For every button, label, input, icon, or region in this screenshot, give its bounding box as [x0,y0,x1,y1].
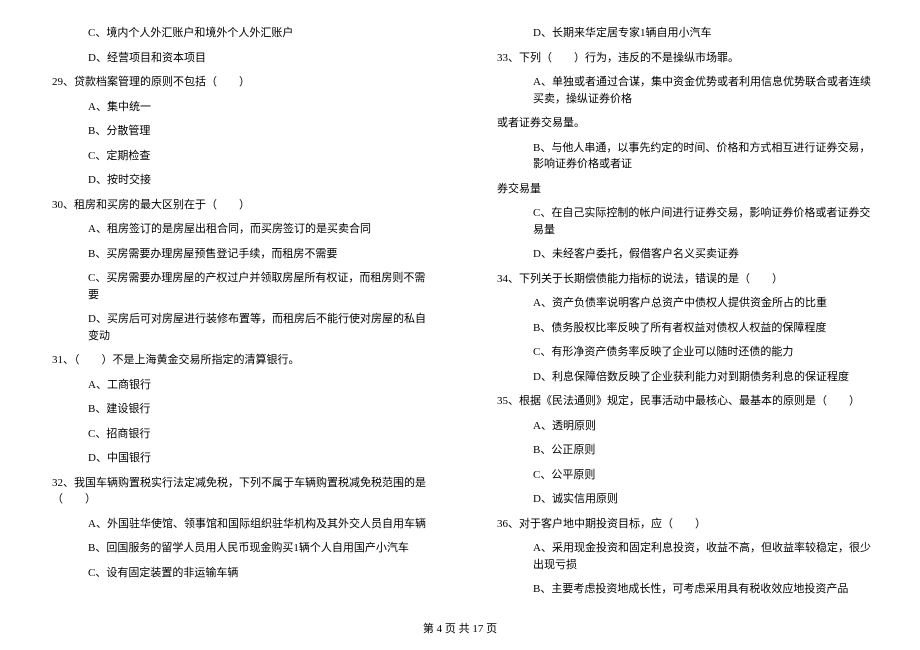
option-line: A、资产负债率说明客户总资产中债权人提供资金所占的比重 [485,295,880,312]
option-line: D、按时交接 [40,172,435,189]
option-line: A、外国驻华使馆、领事馆和国际组织驻华机构及其外交人员自用车辆 [40,516,435,533]
option-line: C、有形净资产债务率反映了企业可以随时还债的能力 [485,344,880,361]
option-line: C、公平原则 [485,467,880,484]
option-line: B、主要考虑投资地成长性，可考虑采用具有税收效应地投资产品 [485,581,880,598]
question-line: 35、根据《民法通则》规定，民事活动中最核心、最基本的原则是（ ） [485,393,880,410]
option-line: C、定期检查 [40,148,435,165]
option-line: A、采用现金投资和固定利息投资，收益不高，但收益率较稳定，很少出现亏损 [485,540,880,573]
question-line: 32、我国车辆购置税实行法定减免税，下列不属于车辆购置税减免税范围的是（ ） [40,475,435,508]
option-line: C、招商银行 [40,426,435,443]
option-line: A、租房签订的是房屋出租合同，而买房签订的是买卖合同 [40,221,435,238]
option-line: D、利息保障倍数反映了企业获利能力对到期债务利息的保证程度 [485,369,880,386]
option-line: D、诚实信用原则 [485,491,880,508]
continuation-line: 或者证券交易量。 [485,115,880,132]
option-line: B、买房需要办理房屋预售登记手续，而租房不需要 [40,246,435,263]
option-line: B、债务股权比率反映了所有者权益对债权人权益的保障程度 [485,320,880,337]
option-line: D、未经客户委托，假借客户名义买卖证券 [485,246,880,263]
option-line: B、分散管理 [40,123,435,140]
option-line: A、工商银行 [40,377,435,394]
option-line: C、境内个人外汇账户和境外个人外汇账户 [40,25,435,42]
option-line: D、经营项目和资本项目 [40,50,435,67]
question-line: 36、对于客户地中期投资目标，应（ ） [485,516,880,533]
continuation-line: 券交易量 [485,181,880,198]
option-line: A、集中统一 [40,99,435,116]
question-line: 30、租房和买房的最大区别在于（ ） [40,197,435,214]
question-line: 33、下列（ ）行为，违反的不是操纵市场罪。 [485,50,880,67]
option-line: D、中国银行 [40,450,435,467]
question-line: 31、（ ）不是上海黄金交易所指定的清算银行。 [40,352,435,369]
page-footer: 第 4 页 共 17 页 [0,615,920,636]
option-line: B、与他人串通，以事先约定的时间、价格和方式相互进行证券交易，影响证券价格或者证 [485,140,880,173]
exam-page: C、境内个人外汇账户和境外个人外汇账户 D、经营项目和资本项目 29、贷款档案管理的… [0,0,920,615]
option-line: C、在自己实际控制的帐户间进行证券交易，影响证券价格或者证券交易量 [485,205,880,238]
option-line: D、长期来华定居专家1辆自用小汽车 [485,25,880,42]
option-line: C、买房需要办理房屋的产权过户并领取房屋所有权证，而租房则不需要 [40,270,435,303]
option-line: A、单独或者通过合谋，集中资金优势或者利用信息优势联合或者连续买卖，操纵证券价格 [485,74,880,107]
option-line: D、买房后可对房屋进行装修布置等，而租房后不能行使对房屋的私自变动 [40,311,435,344]
option-line: B、公正原则 [485,442,880,459]
option-line: B、回国服务的留学人员用人民币现金购买1辆个人自用国产小汽车 [40,540,435,557]
option-line: C、设有固定装置的非运输车辆 [40,565,435,582]
question-line: 34、下列关于长期偿债能力指标的说法，错误的是（ ） [485,271,880,288]
question-line: 29、贷款档案管理的原则不包括（ ） [40,74,435,91]
option-line: A、透明原则 [485,418,880,435]
option-line: B、建设银行 [40,401,435,418]
